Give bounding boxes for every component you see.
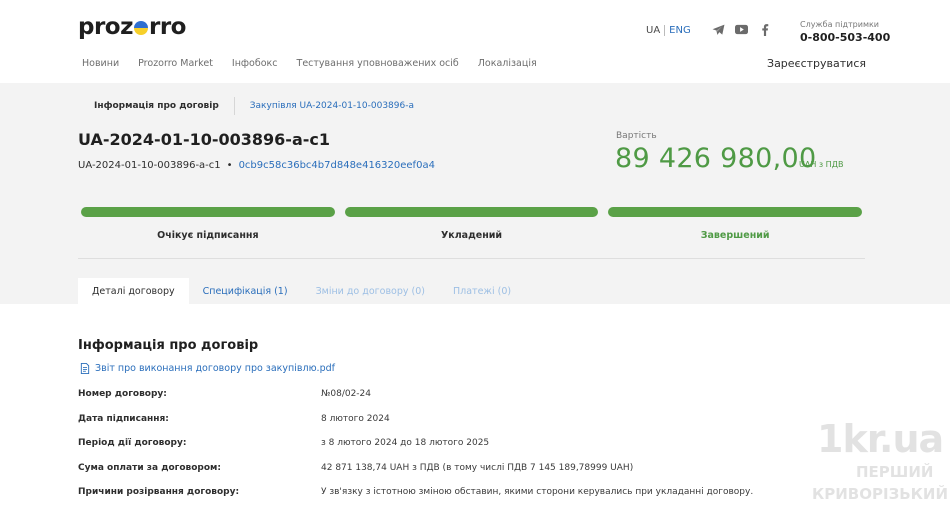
language-switcher: UA ENG bbox=[646, 25, 691, 36]
detail-row-termination-reason: Причини розірвання договору: У зв'язку з… bbox=[78, 487, 878, 512]
detail-key: Дата підписання: bbox=[78, 413, 169, 424]
youtube-icon[interactable] bbox=[735, 23, 748, 36]
support-info: Служба підтримки 0-800-503-400 bbox=[800, 20, 890, 44]
status-bar bbox=[608, 207, 863, 217]
facebook-icon[interactable] bbox=[758, 23, 771, 36]
prozorro-logo[interactable]: proz rro bbox=[78, 14, 187, 40]
status-progress: Очікує підписання Укладений Завершений bbox=[81, 207, 863, 241]
document-icon bbox=[80, 363, 90, 374]
page-title: UA-2024-01-10-003896-a-c1 bbox=[78, 130, 330, 149]
telegram-icon[interactable] bbox=[712, 23, 725, 36]
ukraine-flag-icon bbox=[134, 21, 148, 35]
detail-value: №08/02-24 bbox=[321, 389, 371, 399]
contract-summary-band bbox=[0, 83, 950, 304]
detail-value: 8 лютого 2024 bbox=[321, 413, 390, 424]
nav-item-localization[interactable]: Локалізація bbox=[478, 58, 537, 69]
site-header: proz rro UA ENG Служба підтримки 0-800-5… bbox=[0, 0, 950, 83]
watermark-main: 1kr.ua bbox=[817, 417, 944, 461]
contract-tabs: Деталі договору Специфікація (1) Зміни д… bbox=[78, 278, 525, 304]
document-link-label: Звіт про виконання договору про закупівл… bbox=[95, 363, 335, 374]
detail-key: Номер договору: bbox=[78, 389, 167, 399]
detail-row-period: Період дії договору: з 8 лютого 2024 до … bbox=[78, 438, 878, 463]
contract-hash-link[interactable]: 0cb9c58c36bc4b7d848e416320eef0a4 bbox=[239, 160, 435, 171]
breadcrumb-current: Інформація про договір bbox=[94, 101, 219, 111]
id-separator: • bbox=[226, 160, 233, 171]
detail-row-signing-date: Дата підписання: 8 лютого 2024 bbox=[78, 414, 878, 439]
detail-key: Сума оплати за договором: bbox=[78, 462, 221, 473]
value-amount: 89 426 980,00 bbox=[615, 143, 817, 174]
detail-value: У зв'язку з істотною зміною обставин, як… bbox=[321, 487, 754, 498]
detail-value: з 8 лютого 2024 до 18 лютого 2025 bbox=[321, 438, 490, 449]
breadcrumb: Інформація про договір Закупівля UA-2024… bbox=[94, 97, 414, 115]
nav-item-market[interactable]: Prozorro Market bbox=[138, 58, 213, 69]
tab-specification[interactable]: Специфікація (1) bbox=[189, 278, 302, 304]
lang-eng[interactable]: ENG bbox=[669, 25, 691, 36]
watermark-line-1: ПЕРШИЙ bbox=[856, 463, 934, 481]
status-step-concluded: Укладений bbox=[344, 207, 599, 241]
watermark-line-2: КРИВОРІЗЬКИЙ bbox=[812, 485, 949, 503]
status-step-label: Завершений bbox=[700, 230, 770, 241]
divider bbox=[78, 258, 865, 259]
support-label: Служба підтримки bbox=[800, 20, 880, 29]
status-step-label: Укладений bbox=[440, 230, 503, 241]
contract-id: UA-2024-01-10-003896-a-c1 bbox=[78, 160, 221, 171]
social-links bbox=[712, 23, 771, 36]
lang-divider bbox=[664, 25, 666, 36]
value-currency: UAH з ПДВ bbox=[799, 160, 844, 169]
nav-item-infobox[interactable]: Інфобокс bbox=[232, 58, 278, 69]
tab-changes[interactable]: Зміни до договору (0) bbox=[302, 278, 439, 304]
contract-details-list: Номер договору: №08/02-24 Дата підписанн… bbox=[78, 389, 878, 512]
lang-ua[interactable]: UA bbox=[646, 25, 660, 36]
nav-item-testing[interactable]: Тестування уповноважених осіб bbox=[297, 58, 459, 69]
main-nav: Новини Prozorro Market Інфобокс Тестуван… bbox=[82, 58, 556, 69]
tab-details[interactable]: Деталі договору bbox=[78, 278, 189, 304]
watermark-logo: 1kr.ua ПЕРШИЙ КРИВОРІЗЬКИЙ bbox=[812, 415, 948, 510]
register-link[interactable]: Зареєструватися bbox=[767, 57, 866, 70]
support-phone[interactable]: 0-800-503-400 bbox=[800, 31, 890, 44]
contract-identifiers: UA-2024-01-10-003896-a-c1 • 0cb9c58c36bc… bbox=[78, 160, 435, 171]
detail-key: Причини розірвання договору: bbox=[78, 487, 240, 498]
status-bar bbox=[344, 207, 599, 217]
status-step-completed: Завершений bbox=[608, 207, 863, 241]
status-step-label: Очікує підписання bbox=[157, 230, 259, 241]
section-title: Інформація про договір bbox=[78, 338, 259, 353]
detail-row-number: Номер договору: №08/02-24 bbox=[78, 389, 878, 414]
breadcrumb-divider bbox=[233, 97, 235, 115]
value-label: Вартість bbox=[616, 131, 657, 141]
tab-payments[interactable]: Платежі (0) bbox=[439, 278, 525, 304]
breadcrumb-tender-link[interactable]: Закупівля UA-2024-01-10-003896-a bbox=[250, 101, 414, 111]
status-step-awaiting: Очікує підписання bbox=[81, 207, 335, 241]
logo-text-right: rro bbox=[149, 14, 187, 40]
detail-key: Період дії договору: bbox=[78, 438, 187, 449]
detail-value: 42 871 138,74 UAH з ПДВ (в тому числі ПД… bbox=[321, 462, 634, 473]
nav-item-news[interactable]: Новини bbox=[82, 58, 119, 69]
detail-row-amount: Сума оплати за договором: 42 871 138,74 … bbox=[78, 463, 878, 488]
logo-text-left: proz bbox=[78, 14, 134, 40]
document-link[interactable]: Звіт про виконання договору про закупівл… bbox=[80, 363, 335, 374]
status-bar bbox=[81, 207, 335, 217]
